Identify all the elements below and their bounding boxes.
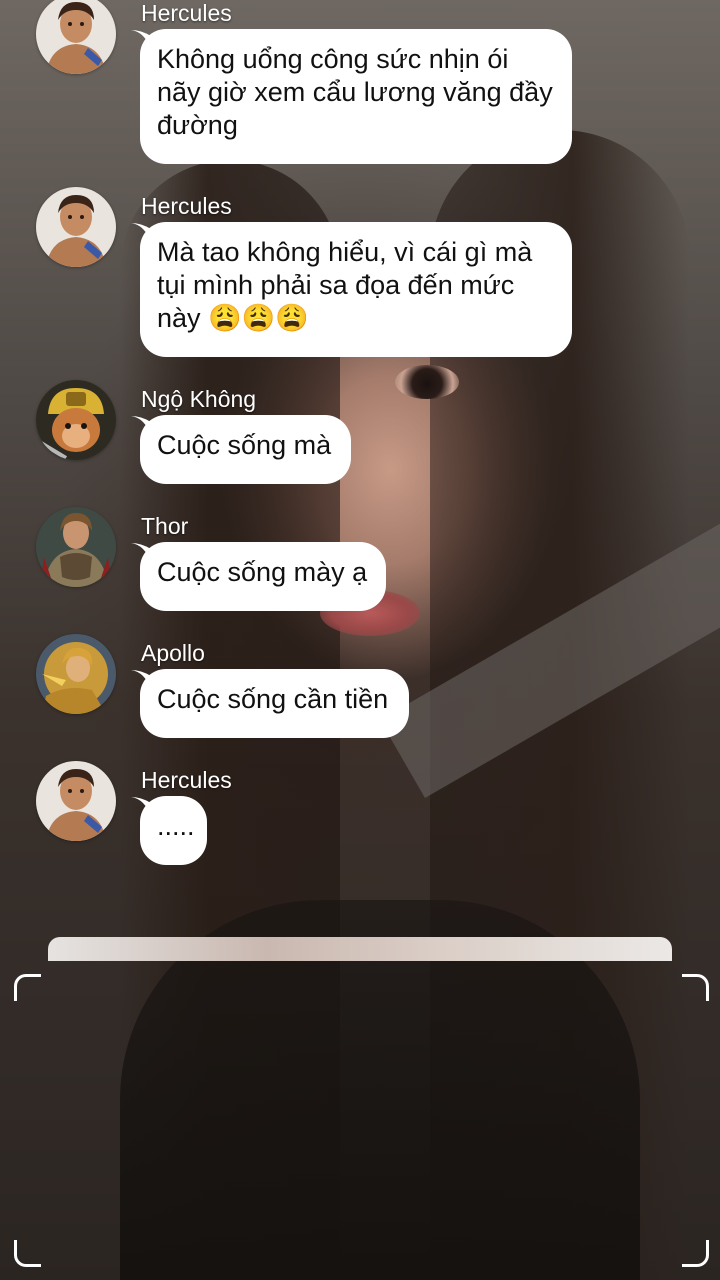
sender-name: Thor — [141, 513, 189, 539]
message-text-line: Cuộc sống cần tiền — [157, 684, 389, 714]
sender-name: Hercules — [141, 767, 232, 793]
chat-thread: Hercules Không uổng công sức nhịn ói nãy… — [0, 0, 720, 1280]
sender-name: Hercules — [141, 193, 232, 219]
message-text-line: Cuộc sống mà — [157, 430, 332, 460]
sender-name: Ngộ Không — [141, 386, 257, 412]
apollo-avatar-icon[interactable] — [36, 634, 116, 714]
message-bubble[interactable]: Cuộc sống cần tiền — [140, 669, 409, 738]
hercules-avatar-icon[interactable] — [36, 0, 116, 74]
sender-name: Apollo — [141, 640, 205, 666]
bottom-sheet-edge[interactable] — [48, 937, 672, 961]
hercules-avatar-icon[interactable] — [36, 761, 116, 841]
message-bubble[interactable]: Cuộc sống mà — [140, 415, 351, 484]
message-bubble[interactable]: Mà tao không hiểu, vì cái gì mà tụi mình… — [140, 222, 572, 357]
message-bubble[interactable]: Không uổng công sức nhịn ói nãy giờ xem … — [140, 29, 572, 164]
message-text-line: nãy giờ xem cẩu lương văng đầy — [157, 77, 553, 107]
viewfinder-corner-icon — [14, 1240, 41, 1267]
viewfinder-corner-icon — [682, 1240, 709, 1267]
message-text-line: đường — [157, 110, 238, 140]
message-text-line: tụi mình phải sa đọa đến mức — [157, 270, 515, 300]
message-bubble[interactable]: ..... — [140, 796, 207, 865]
viewfinder-corner-icon — [682, 974, 709, 1001]
monkey-king-avatar-icon[interactable] — [36, 380, 116, 460]
message-text-line: này 😩😩😩 — [157, 303, 309, 333]
thor-avatar-icon[interactable] — [36, 507, 116, 587]
message-text-line: Mà tao không hiểu, vì cái gì mà — [157, 237, 533, 267]
viewfinder-corner-icon — [14, 974, 41, 1001]
message-text-line: ..... — [157, 811, 195, 841]
message-text-line: Không uổng công sức nhịn ói — [157, 44, 509, 74]
message-text-line: Cuộc sống mày ạ — [157, 557, 368, 587]
message-bubble[interactable]: Cuộc sống mày ạ — [140, 542, 386, 611]
sender-name: Hercules — [141, 0, 232, 26]
hercules-avatar-icon[interactable] — [36, 187, 116, 267]
